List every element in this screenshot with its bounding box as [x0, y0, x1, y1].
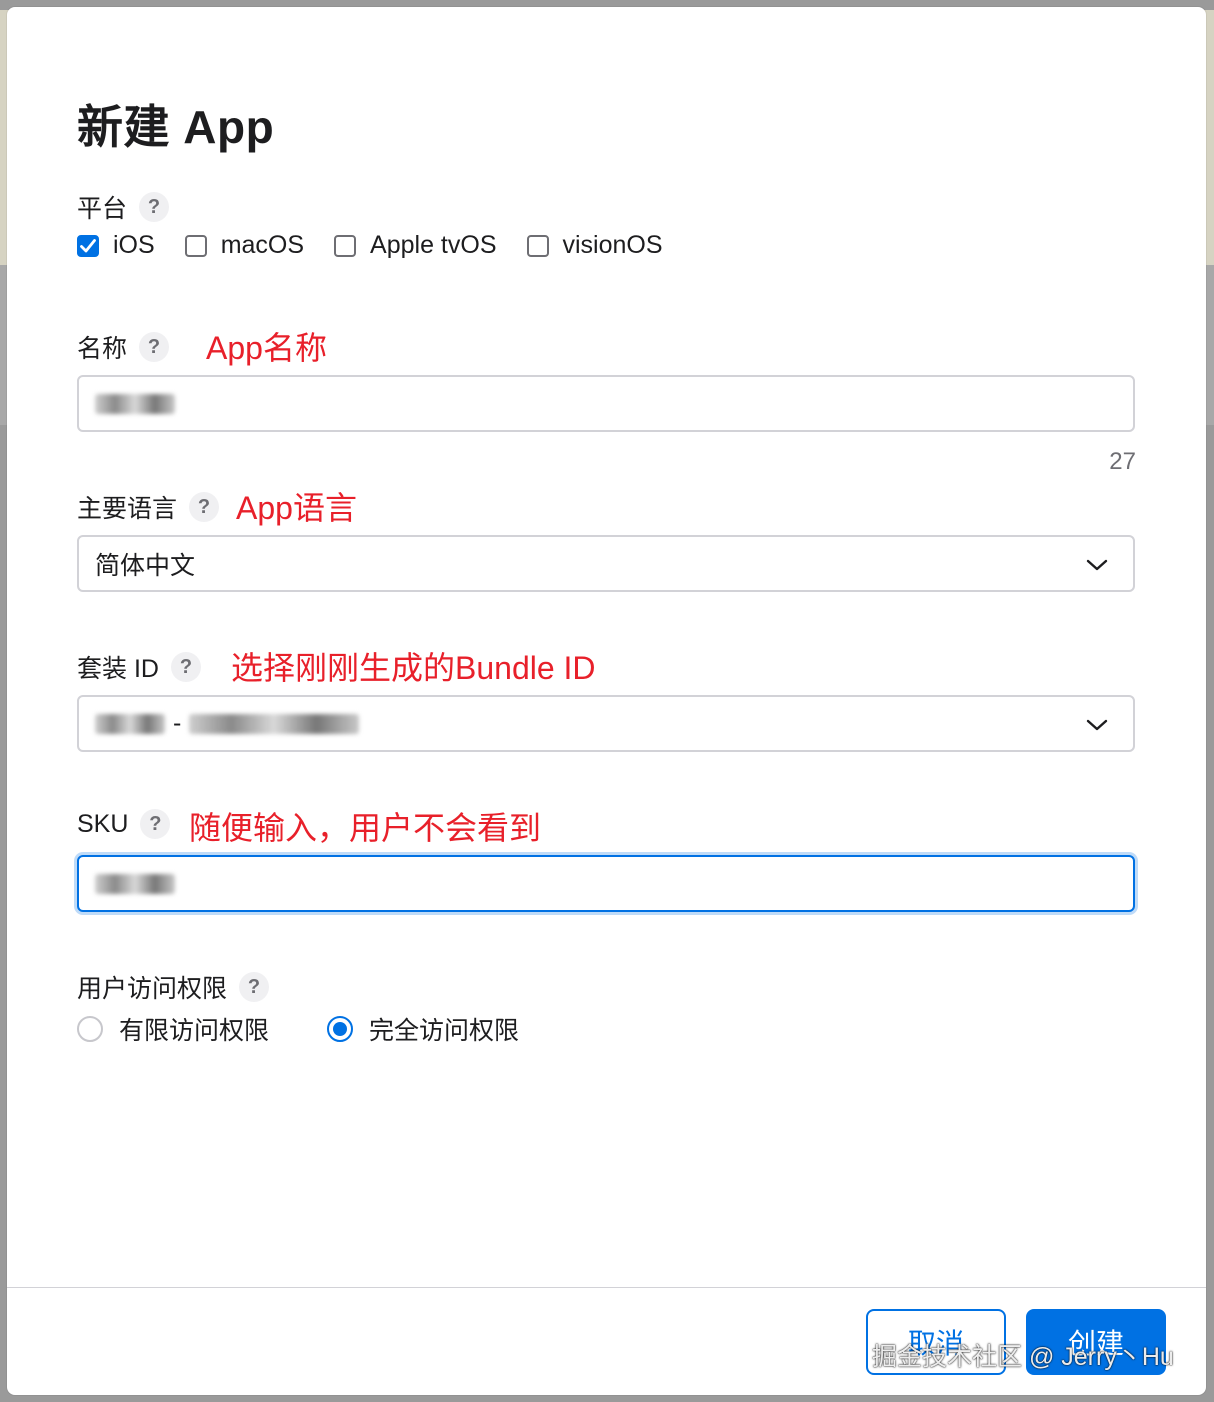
watermark: 掘金技术社区 @ Jerry丶Hu: [872, 1343, 1174, 1371]
access-label: 用户访问权限: [77, 975, 228, 1003]
new-app-dialog: 新建 App 平台 ? iOS macOS Apple tvOS visionO…: [7, 7, 1206, 1395]
separator: -: [173, 709, 182, 737]
access-option-full[interactable]: 完全访问权限: [327, 1011, 519, 1047]
access-field-label: 用户访问权限 ?: [77, 969, 270, 1005]
dialog-title: 新建 App: [77, 101, 275, 153]
radio-dot: [333, 1022, 348, 1036]
platform-option-visionos[interactable]: visionOS: [526, 231, 663, 260]
language-annotation: App语言: [236, 490, 357, 526]
name-help-icon[interactable]: ?: [139, 332, 170, 362]
access-radio-group: 有限访问权限 完全访问权限: [77, 1011, 577, 1047]
macos-label: macOS: [220, 231, 305, 259]
sku-help-icon[interactable]: ?: [140, 809, 171, 839]
name-label: 名称: [77, 335, 128, 363]
platform-field-label: 平台 ?: [77, 189, 170, 225]
name-annotation: App名称: [206, 330, 327, 366]
name-input[interactable]: [77, 375, 1135, 432]
redacted-value: [95, 713, 165, 734]
bundle-help-icon[interactable]: ?: [170, 652, 201, 682]
platform-checkbox-group: iOS macOS Apple tvOS visionOS: [77, 231, 693, 260]
limited-access-label: 有限访问权限: [119, 1017, 270, 1045]
chevron-down-icon: [1086, 719, 1108, 731]
sku-annotation: 随便输入，用户不会看到: [189, 810, 542, 846]
platform-label: 平台: [77, 195, 128, 223]
platform-option-macos[interactable]: macOS: [184, 231, 305, 260]
language-selected-value: 简体中文: [95, 551, 196, 580]
bundle-field-label: 套装 ID ?: [77, 649, 201, 685]
language-field-label: 主要语言 ?: [77, 489, 220, 525]
visionos-checkbox[interactable]: [526, 234, 549, 257]
checkmark-icon: [80, 238, 96, 252]
platform-help-icon[interactable]: ?: [139, 192, 170, 222]
macos-checkbox[interactable]: [184, 234, 207, 257]
sku-input[interactable]: [77, 855, 1135, 912]
name-char-counter: 27: [1109, 448, 1136, 475]
language-label: 主要语言: [77, 495, 178, 523]
ios-label: iOS: [113, 231, 155, 259]
language-select[interactable]: 简体中文: [77, 535, 1135, 592]
bundle-label: 套装 ID: [77, 655, 159, 683]
full-access-radio[interactable]: [327, 1016, 354, 1042]
name-field-label: 名称 ?: [77, 329, 170, 365]
sku-label: SKU: [77, 809, 129, 838]
visionos-label: visionOS: [562, 231, 663, 259]
platform-option-tvos[interactable]: Apple tvOS: [334, 231, 497, 260]
redacted-value: [95, 393, 175, 414]
full-access-label: 完全访问权限: [369, 1017, 520, 1045]
limited-access-radio[interactable]: [77, 1016, 103, 1042]
tvos-checkbox[interactable]: [334, 234, 357, 257]
tvos-label: Apple tvOS: [370, 231, 497, 259]
access-help-icon[interactable]: ?: [239, 972, 270, 1002]
language-help-icon[interactable]: ?: [189, 492, 220, 522]
platform-option-ios[interactable]: iOS: [77, 231, 155, 260]
bundle-annotation: 选择刚刚生成的Bundle ID: [231, 650, 596, 686]
chevron-down-icon: [1086, 559, 1108, 571]
redacted-value: [189, 713, 360, 734]
bundle-id-select[interactable]: -: [77, 695, 1135, 752]
ios-checkbox[interactable]: [77, 234, 99, 257]
sku-field-label: SKU ?: [77, 809, 171, 839]
footer-divider: [7, 1287, 1206, 1288]
access-option-limited[interactable]: 有限访问权限: [77, 1011, 269, 1047]
redacted-value: [95, 873, 175, 894]
